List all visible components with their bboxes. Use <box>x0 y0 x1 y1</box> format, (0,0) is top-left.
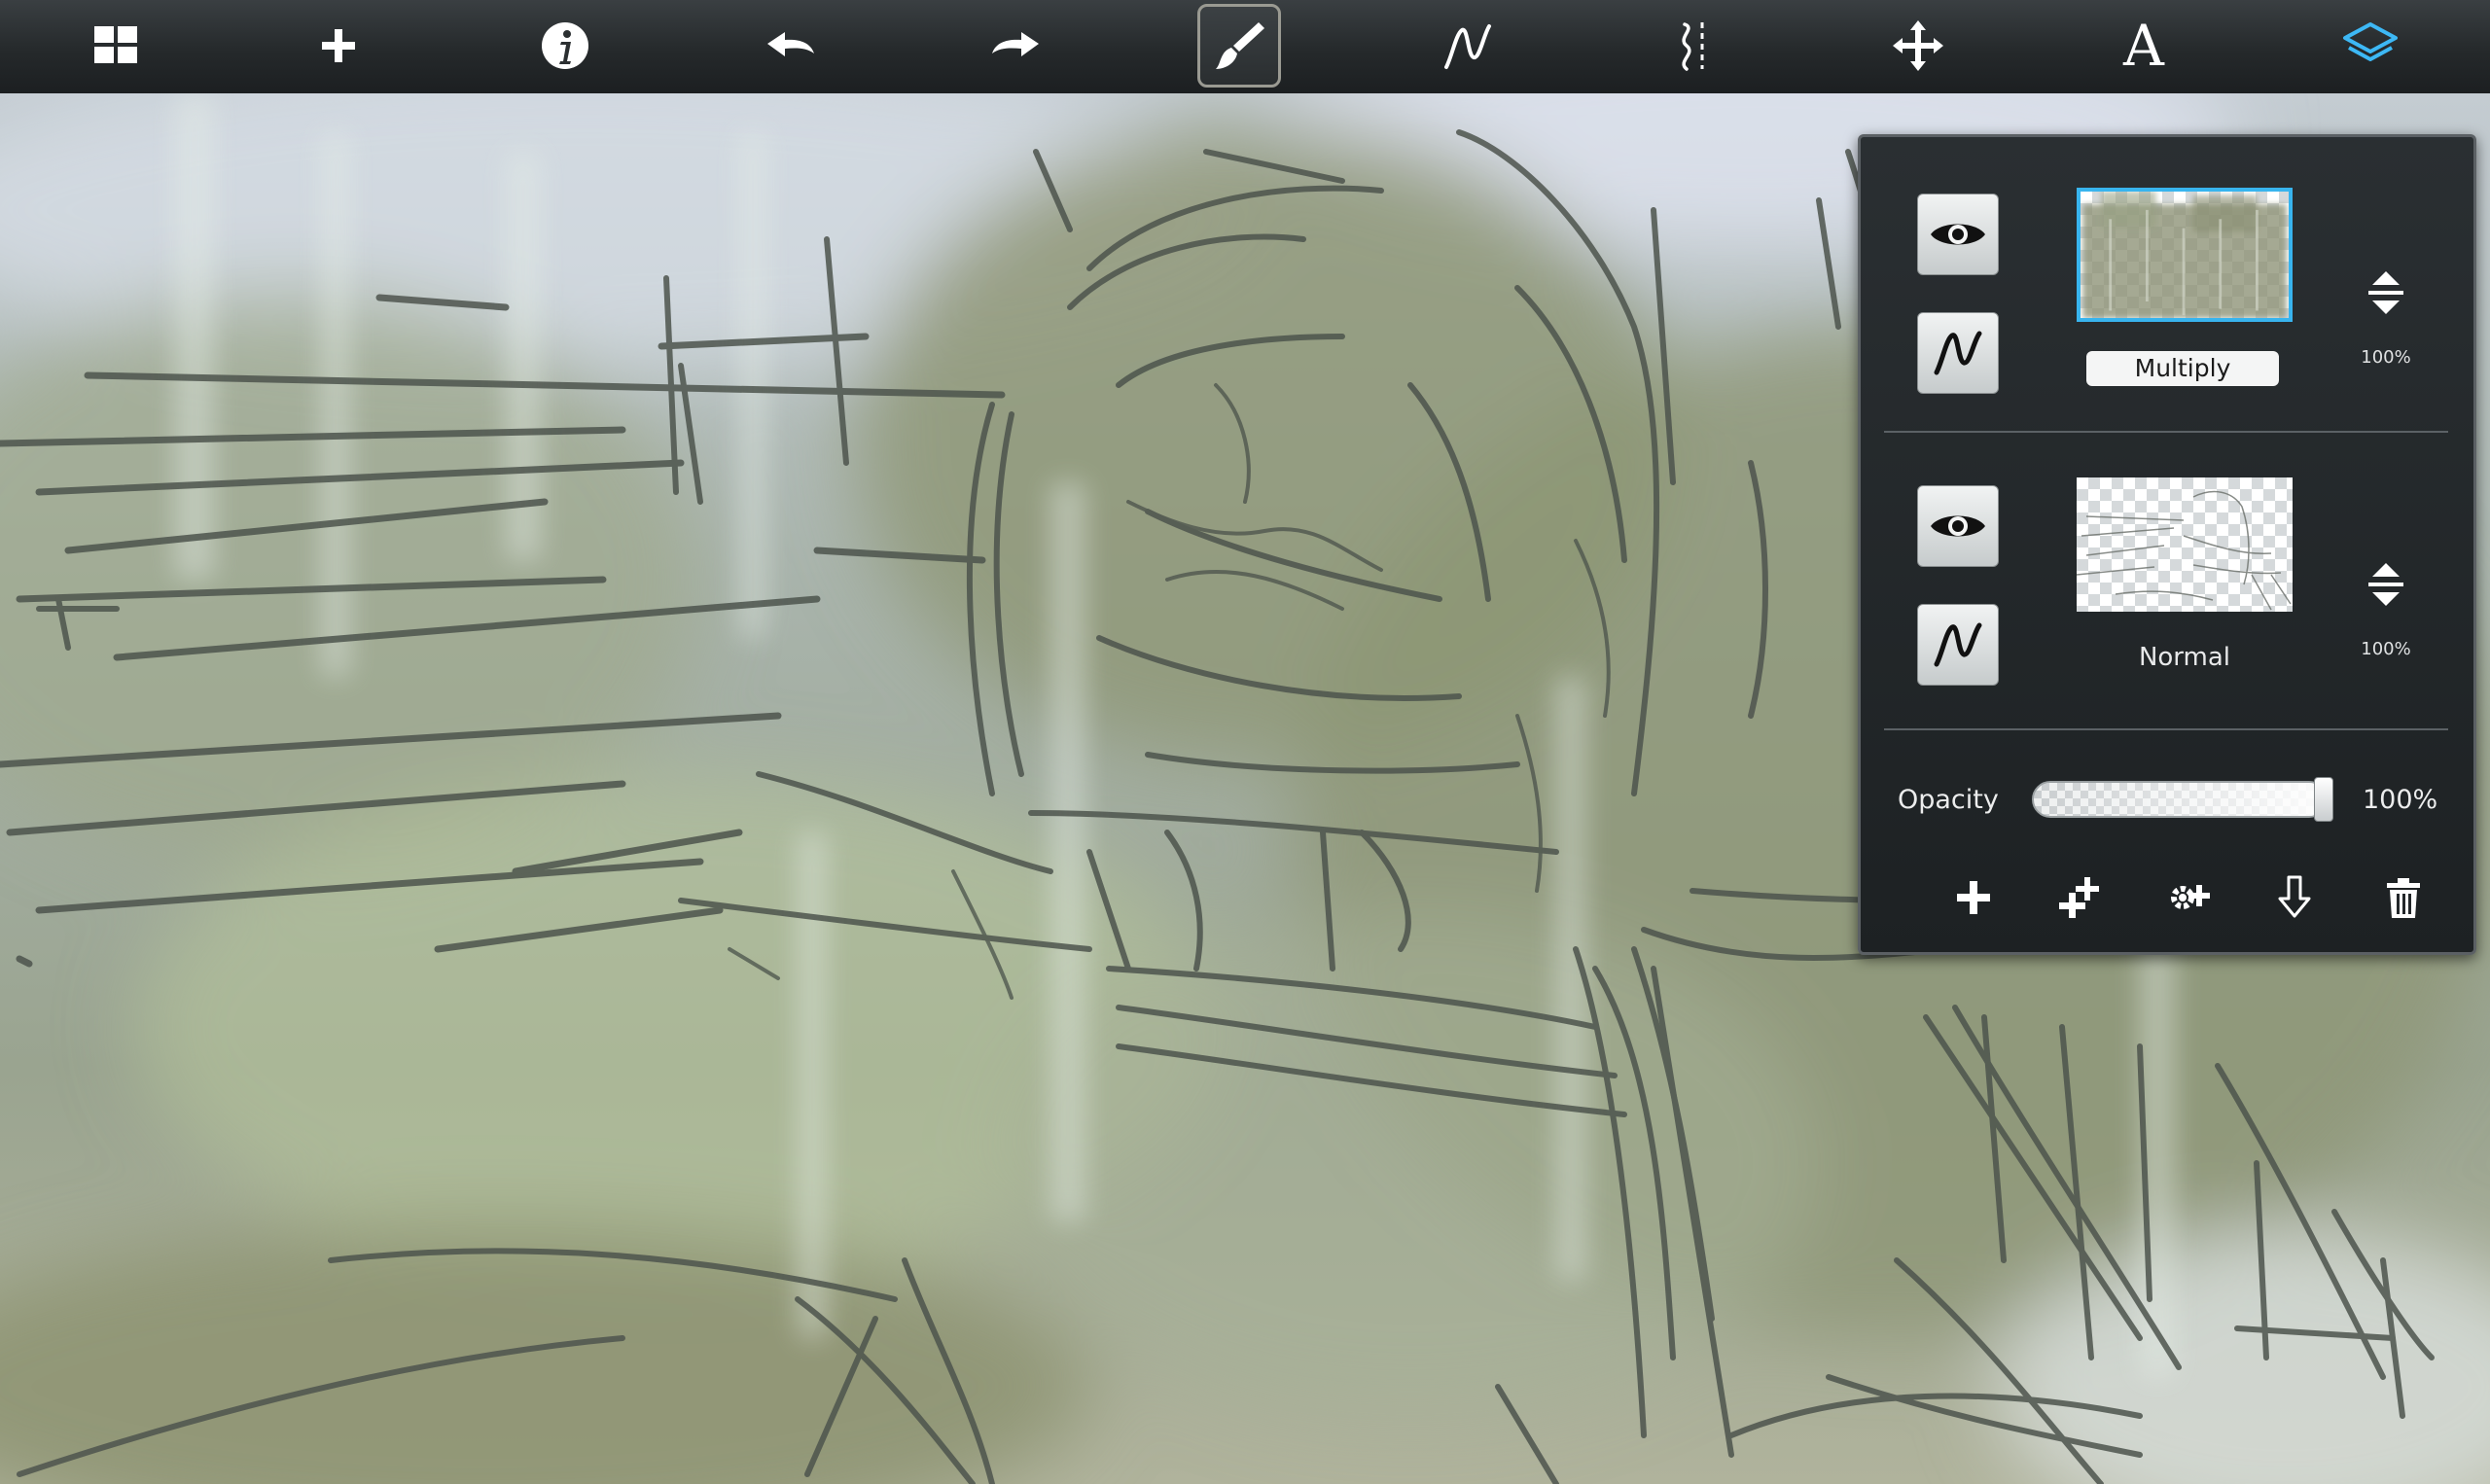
layer-thumbnail[interactable] <box>2077 188 2293 322</box>
gallery-grid-icon[interactable] <box>74 4 158 88</box>
eye-icon[interactable] <box>1917 485 1999 567</box>
layer-lock-stroke-icon[interactable] <box>1917 604 1999 686</box>
undo-arrow-icon[interactable] <box>749 4 833 88</box>
delete-layer-icon[interactable] <box>2372 866 2435 929</box>
layers-panel: Multiply 100% Normal 100% Opacity 100% <box>1858 134 2476 955</box>
duplicate-layer-icon[interactable] <box>2049 866 2112 929</box>
layer-thumbnail-art <box>2077 490 2292 611</box>
brush-icon[interactable] <box>1197 4 1281 88</box>
text-icon[interactable]: A <box>2102 4 2186 88</box>
eye-icon[interactable] <box>1917 194 1999 275</box>
layer-actions-bar <box>1861 861 2473 938</box>
redo-arrow-icon[interactable] <box>974 4 1057 88</box>
layer-row[interactable]: Normal 100% <box>1861 442 2473 734</box>
opacity-slider-fill <box>2034 783 2326 816</box>
opacity-slider-handle[interactable] <box>2314 777 2333 822</box>
info-icon[interactable] <box>523 4 607 88</box>
add-image-layer-icon[interactable] <box>2156 866 2219 929</box>
new-sketch-plus-icon[interactable] <box>297 4 380 88</box>
layer-opacity-label: 100% <box>2361 347 2411 368</box>
layer-thumbnail[interactable] <box>2077 477 2293 612</box>
add-layer-icon[interactable] <box>1942 866 2005 929</box>
blend-mode-selector[interactable]: Multiply <box>2086 351 2279 386</box>
layer-row[interactable]: Multiply 100% <box>1861 149 2473 441</box>
layer-opacity-label: 100% <box>2361 639 2411 659</box>
opacity-slider[interactable] <box>2032 781 2328 818</box>
blend-mode-selector[interactable]: Normal <box>2077 643 2293 672</box>
layer-thumbnail-art <box>2082 192 2287 318</box>
layer-lock-stroke-icon[interactable] <box>1917 312 1999 394</box>
opacity-value: 100% <box>2363 785 2438 815</box>
layer-divider <box>1884 431 2448 433</box>
top-toolbar: A <box>0 0 2490 95</box>
layers-icon[interactable] <box>2329 4 2412 88</box>
merge-down-icon[interactable] <box>2263 866 2326 929</box>
transform-move-icon[interactable] <box>1876 4 1960 88</box>
stroke-curve-icon[interactable] <box>1426 4 1510 88</box>
opacity-label: Opacity <box>1898 785 1999 815</box>
reorder-layer-icon[interactable] <box>2357 555 2415 614</box>
text-tool-glyph: A <box>2123 13 2164 79</box>
opacity-row: Opacity 100% <box>1861 769 2473 837</box>
symmetry-icon[interactable] <box>1651 4 1734 88</box>
layer-divider <box>1884 728 2448 730</box>
reorder-layer-icon[interactable] <box>2357 264 2415 322</box>
